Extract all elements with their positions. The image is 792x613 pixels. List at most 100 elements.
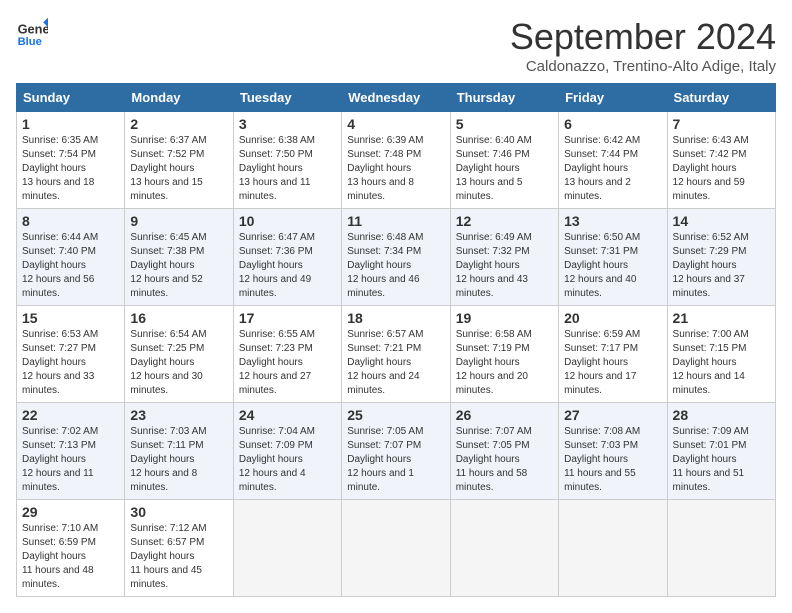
day-number: 9 [130,213,227,229]
calendar-cell: 1 Sunrise: 6:35 AM Sunset: 7:54 PM Dayli… [17,112,125,209]
calendar-cell: 5 Sunrise: 6:40 AM Sunset: 7:46 PM Dayli… [450,112,558,209]
day-info: Sunrise: 6:37 AM Sunset: 7:52 PM Dayligh… [130,134,227,204]
calendar-cell: 18 Sunrise: 6:57 AM Sunset: 7:21 PM Dayl… [342,306,450,403]
day-info: Sunrise: 6:47 AM Sunset: 7:36 PM Dayligh… [239,231,336,301]
calendar-cell: 3 Sunrise: 6:38 AM Sunset: 7:50 PM Dayli… [233,112,341,209]
calendar-cell: 16 Sunrise: 6:54 AM Sunset: 7:25 PM Dayl… [125,306,233,403]
day-number: 3 [239,116,336,132]
day-number: 11 [347,213,444,229]
calendar-cell: 8 Sunrise: 6:44 AM Sunset: 7:40 PM Dayli… [17,209,125,306]
day-number: 27 [564,407,661,423]
day-info: Sunrise: 7:10 AM Sunset: 6:59 PM Dayligh… [22,522,119,592]
title-block: September 2024 Caldonazzo, Trentino-Alto… [510,16,776,75]
col-header-sunday: Sunday [17,84,125,112]
day-info: Sunrise: 6:38 AM Sunset: 7:50 PM Dayligh… [239,134,336,204]
day-number: 22 [22,407,119,423]
calendar-cell: 4 Sunrise: 6:39 AM Sunset: 7:48 PM Dayli… [342,112,450,209]
col-header-tuesday: Tuesday [233,84,341,112]
day-number: 28 [673,407,770,423]
week-row-2: 8 Sunrise: 6:44 AM Sunset: 7:40 PM Dayli… [17,209,776,306]
week-row-1: 1 Sunrise: 6:35 AM Sunset: 7:54 PM Dayli… [17,112,776,209]
day-number: 13 [564,213,661,229]
calendar-cell: 13 Sunrise: 6:50 AM Sunset: 7:31 PM Dayl… [559,209,667,306]
calendar-cell: 30 Sunrise: 7:12 AM Sunset: 6:57 PM Dayl… [125,500,233,597]
day-info: Sunrise: 6:44 AM Sunset: 7:40 PM Dayligh… [22,231,119,301]
day-info: Sunrise: 6:39 AM Sunset: 7:48 PM Dayligh… [347,134,444,204]
day-info: Sunrise: 6:50 AM Sunset: 7:31 PM Dayligh… [564,231,661,301]
header-row: SundayMondayTuesdayWednesdayThursdayFrid… [17,84,776,112]
day-number: 12 [456,213,553,229]
day-number: 2 [130,116,227,132]
calendar-cell: 23 Sunrise: 7:03 AM Sunset: 7:11 PM Dayl… [125,403,233,500]
day-number: 7 [673,116,770,132]
calendar-cell: 11 Sunrise: 6:48 AM Sunset: 7:34 PM Dayl… [342,209,450,306]
day-number: 25 [347,407,444,423]
day-info: Sunrise: 7:00 AM Sunset: 7:15 PM Dayligh… [673,328,770,398]
day-info: Sunrise: 6:59 AM Sunset: 7:17 PM Dayligh… [564,328,661,398]
calendar-cell: 27 Sunrise: 7:08 AM Sunset: 7:03 PM Dayl… [559,403,667,500]
calendar-table: SundayMondayTuesdayWednesdayThursdayFrid… [16,83,776,597]
day-number: 18 [347,310,444,326]
day-number: 14 [673,213,770,229]
calendar-cell: 12 Sunrise: 6:49 AM Sunset: 7:32 PM Dayl… [450,209,558,306]
page-header: General Blue September 2024 Caldonazzo, … [16,16,776,75]
day-info: Sunrise: 6:55 AM Sunset: 7:23 PM Dayligh… [239,328,336,398]
day-info: Sunrise: 7:07 AM Sunset: 7:05 PM Dayligh… [456,425,553,495]
calendar-cell [450,500,558,597]
day-number: 8 [22,213,119,229]
day-info: Sunrise: 6:52 AM Sunset: 7:29 PM Dayligh… [673,231,770,301]
month-title: September 2024 [510,16,776,58]
week-row-3: 15 Sunrise: 6:53 AM Sunset: 7:27 PM Dayl… [17,306,776,403]
calendar-cell: 21 Sunrise: 7:00 AM Sunset: 7:15 PM Dayl… [667,306,775,403]
day-number: 19 [456,310,553,326]
calendar-cell: 2 Sunrise: 6:37 AM Sunset: 7:52 PM Dayli… [125,112,233,209]
calendar-cell [233,500,341,597]
location-title: Caldonazzo, Trentino-Alto Adige, Italy [510,58,776,75]
calendar-cell: 20 Sunrise: 6:59 AM Sunset: 7:17 PM Dayl… [559,306,667,403]
col-header-saturday: Saturday [667,84,775,112]
calendar-cell: 17 Sunrise: 6:55 AM Sunset: 7:23 PM Dayl… [233,306,341,403]
day-info: Sunrise: 6:57 AM Sunset: 7:21 PM Dayligh… [347,328,444,398]
calendar-cell: 24 Sunrise: 7:04 AM Sunset: 7:09 PM Dayl… [233,403,341,500]
day-number: 10 [239,213,336,229]
day-number: 15 [22,310,119,326]
calendar-cell [342,500,450,597]
day-info: Sunrise: 6:42 AM Sunset: 7:44 PM Dayligh… [564,134,661,204]
day-info: Sunrise: 7:09 AM Sunset: 7:01 PM Dayligh… [673,425,770,495]
day-number: 24 [239,407,336,423]
day-info: Sunrise: 7:12 AM Sunset: 6:57 PM Dayligh… [130,522,227,592]
calendar-cell: 14 Sunrise: 6:52 AM Sunset: 7:29 PM Dayl… [667,209,775,306]
day-number: 5 [456,116,553,132]
calendar-cell [559,500,667,597]
day-number: 30 [130,504,227,520]
calendar-cell: 9 Sunrise: 6:45 AM Sunset: 7:38 PM Dayli… [125,209,233,306]
logo-icon: General Blue [16,16,48,48]
day-number: 16 [130,310,227,326]
day-number: 4 [347,116,444,132]
calendar-cell: 19 Sunrise: 6:58 AM Sunset: 7:19 PM Dayl… [450,306,558,403]
day-info: Sunrise: 6:49 AM Sunset: 7:32 PM Dayligh… [456,231,553,301]
calendar-cell: 6 Sunrise: 6:42 AM Sunset: 7:44 PM Dayli… [559,112,667,209]
day-info: Sunrise: 6:53 AM Sunset: 7:27 PM Dayligh… [22,328,119,398]
day-info: Sunrise: 6:48 AM Sunset: 7:34 PM Dayligh… [347,231,444,301]
week-row-5: 29 Sunrise: 7:10 AM Sunset: 6:59 PM Dayl… [17,500,776,597]
calendar-cell: 7 Sunrise: 6:43 AM Sunset: 7:42 PM Dayli… [667,112,775,209]
day-number: 21 [673,310,770,326]
calendar-cell: 15 Sunrise: 6:53 AM Sunset: 7:27 PM Dayl… [17,306,125,403]
day-info: Sunrise: 6:45 AM Sunset: 7:38 PM Dayligh… [130,231,227,301]
day-info: Sunrise: 6:54 AM Sunset: 7:25 PM Dayligh… [130,328,227,398]
day-info: Sunrise: 6:43 AM Sunset: 7:42 PM Dayligh… [673,134,770,204]
day-number: 17 [239,310,336,326]
col-header-monday: Monday [125,84,233,112]
day-info: Sunrise: 7:02 AM Sunset: 7:13 PM Dayligh… [22,425,119,495]
day-number: 29 [22,504,119,520]
calendar-cell: 10 Sunrise: 6:47 AM Sunset: 7:36 PM Dayl… [233,209,341,306]
calendar-cell [667,500,775,597]
logo: General Blue [16,16,48,48]
calendar-cell: 22 Sunrise: 7:02 AM Sunset: 7:13 PM Dayl… [17,403,125,500]
col-header-wednesday: Wednesday [342,84,450,112]
day-info: Sunrise: 7:08 AM Sunset: 7:03 PM Dayligh… [564,425,661,495]
col-header-friday: Friday [559,84,667,112]
col-header-thursday: Thursday [450,84,558,112]
day-info: Sunrise: 6:35 AM Sunset: 7:54 PM Dayligh… [22,134,119,204]
